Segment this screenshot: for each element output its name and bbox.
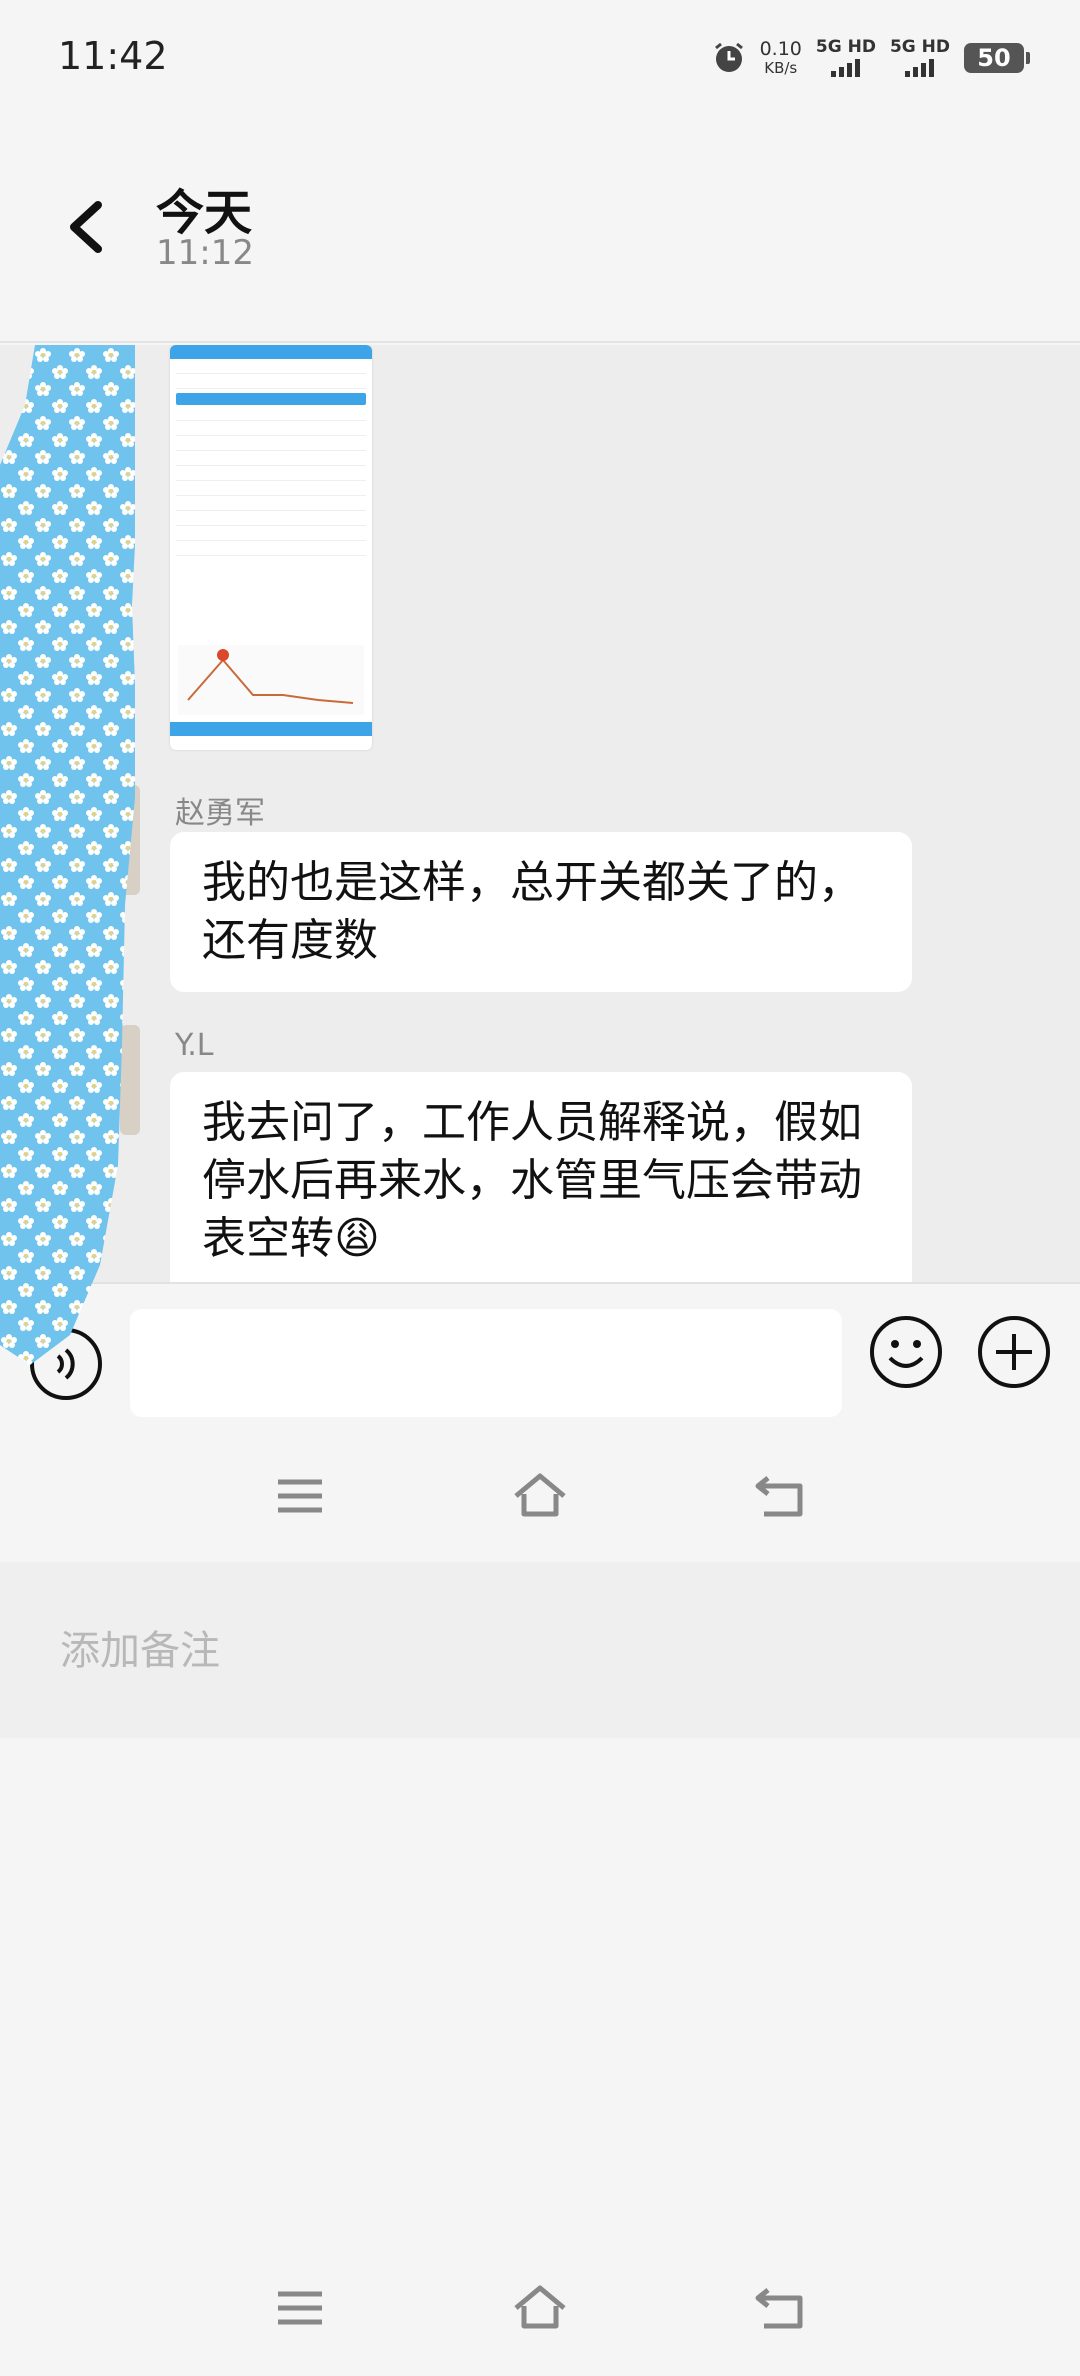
chat-header: 今天 11:12 — [0, 115, 1080, 343]
thumb-header — [170, 345, 372, 359]
network-speed: 0.10 KB/s — [760, 40, 802, 76]
back-icon[interactable] — [750, 2278, 810, 2338]
emoji-icon[interactable] — [868, 1314, 944, 1390]
signal-icon — [831, 59, 861, 77]
battery-level: 50 — [977, 44, 1011, 72]
message-input[interactable] — [130, 1309, 842, 1417]
system-nav-bar — [0, 1436, 1080, 1556]
chevron-left-icon[interactable] — [62, 197, 114, 257]
sim2-label: 5G HD — [889, 37, 950, 57]
speed-value: 0.10 — [759, 38, 802, 60]
alarm-icon — [714, 42, 743, 72]
back-icon[interactable] — [750, 1466, 810, 1526]
plus-icon[interactable] — [976, 1314, 1052, 1390]
home-icon[interactable] — [510, 2278, 570, 2338]
home-icon[interactable] — [510, 1466, 570, 1526]
sender-name: Y.L — [175, 1028, 214, 1063]
image-message[interactable] — [170, 345, 372, 750]
status-time: 11:42 — [58, 34, 168, 78]
thumb-chart — [178, 645, 364, 715]
note-placeholder: 添加备注 — [60, 1628, 220, 1674]
sim1-label: 5G HD — [815, 37, 876, 57]
battery-icon: 50 — [964, 43, 1030, 73]
sim1-signal: 5G HD — [816, 39, 876, 77]
page-subtitle: 11:12 — [156, 233, 254, 273]
chat-area[interactable]: 赵勇军 我的也是这样，总开关都关了的，还有度数 Y.L 我去问了，工作人员解释说… — [0, 345, 1080, 1282]
note-field[interactable]: 添加备注 — [0, 1562, 1080, 1738]
sticker-overlay — [0, 345, 135, 1365]
sim2-signal: 5G HD — [890, 39, 950, 77]
menu-icon[interactable] — [270, 1466, 330, 1526]
message-bubble[interactable]: 我去问了，工作人员解释说，假如停水后再来水，水管里气压会带动表空转😩 — [170, 1072, 912, 1282]
speed-unit: KB/s — [764, 59, 798, 77]
input-bar — [0, 1282, 1080, 1422]
message-bubble[interactable]: 我的也是这样，总开关都关了的，还有度数 — [170, 832, 912, 992]
system-nav-bar-bottom — [0, 2248, 1080, 2368]
menu-icon[interactable] — [270, 2278, 330, 2338]
sender-name: 赵勇军 — [175, 796, 265, 831]
signal-icon — [905, 59, 935, 77]
status-icons: 0.10 KB/s 5G HD 5G HD 50 — [712, 36, 1030, 80]
status-bar: 11:42 0.10 KB/s 5G HD 5G HD 50 — [0, 0, 1080, 115]
